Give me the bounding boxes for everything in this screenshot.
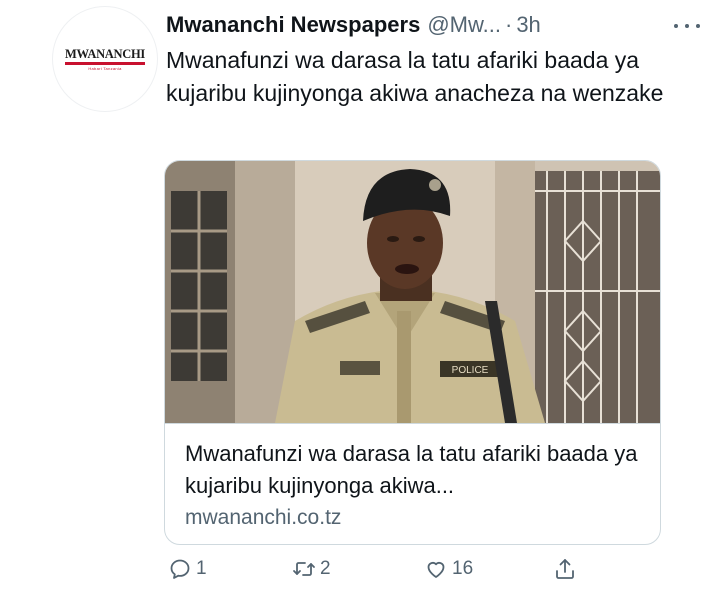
avatar-logo-text: MWANANCHI <box>65 47 145 65</box>
author-handle[interactable]: @Mw... <box>427 12 501 38</box>
heart-icon <box>427 561 445 578</box>
tweet-timestamp[interactable]: 3h <box>516 12 540 38</box>
reply-icon <box>170 559 190 579</box>
like-button[interactable]: 16 <box>424 557 473 581</box>
reply-count: 1 <box>196 558 207 579</box>
tweet-header: Mwananchi Newspapers @Mw... · 3h <box>166 10 700 40</box>
link-card[interactable]: POLICE Mwanafunzi wa darasa la tatu afar… <box>164 160 661 545</box>
retweet-button[interactable]: 2 <box>292 557 331 581</box>
share-button[interactable] <box>553 557 577 581</box>
card-body[interactable]: Mwanafunzi wa darasa la tatu afariki baa… <box>165 423 660 529</box>
author-avatar[interactable]: MWANANCHI Habari Tanzania <box>52 6 158 112</box>
more-options-icon[interactable] <box>674 16 700 36</box>
header-separator: · <box>504 12 513 37</box>
card-image[interactable]: POLICE <box>165 161 660 423</box>
card-title[interactable]: Mwanafunzi wa darasa la tatu afariki baa… <box>185 438 645 502</box>
uniform-badge-text: POLICE <box>452 365 489 376</box>
reply-button[interactable]: 1 <box>168 557 207 581</box>
author-name[interactable]: Mwananchi Newspapers <box>166 12 420 38</box>
like-count: 16 <box>452 558 474 579</box>
tweet-actions: 1 2 16 <box>164 557 594 591</box>
avatar-logo-subtext: Habari Tanzania <box>88 65 122 71</box>
card-domain[interactable]: mwananchi.co.tz <box>185 506 341 530</box>
share-icon <box>556 559 574 579</box>
tweet-text: Mwanafunzi wa darasa la tatu afariki baa… <box>166 47 664 106</box>
retweet-icon <box>293 562 315 576</box>
retweet-count: 2 <box>320 558 331 579</box>
